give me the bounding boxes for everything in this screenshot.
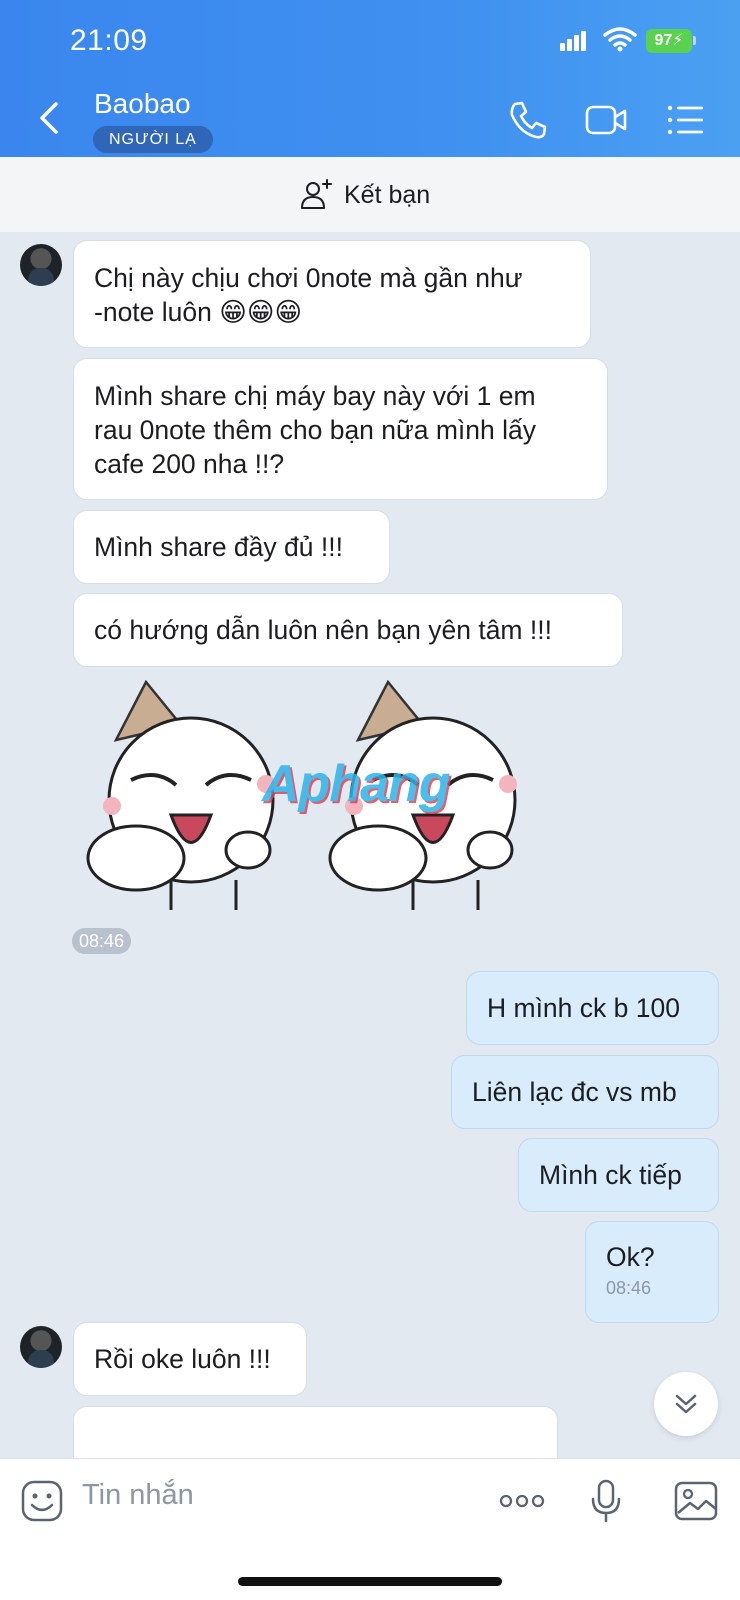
more-options-icon[interactable] — [498, 1479, 546, 1523]
message-outgoing[interactable]: Ok? 08:46 — [585, 1221, 719, 1323]
menu-icon[interactable] — [664, 98, 708, 142]
message-incoming[interactable]: Mình share đầy đủ !!! — [73, 510, 390, 584]
message-text: cafe 200 nha !!? — [94, 449, 285, 479]
message-outgoing[interactable]: Mình ck tiếp — [518, 1138, 719, 1212]
message-text: có hướng dẫn luôn nên bạn yên tâm !!! — [94, 615, 552, 645]
battery-level: 97 — [654, 32, 673, 49]
message-text: Mình share đầy đủ !!! — [94, 532, 343, 562]
message-text: Liên lạc đc vs mb — [472, 1077, 677, 1107]
message-incoming[interactable]: Rồi oke luôn !!! — [73, 1322, 307, 1396]
message-input[interactable]: Tin nhắn — [82, 1479, 194, 1512]
chat-header: 21:09 97⚡ Baobao NGƯỜI LẠ — [0, 0, 740, 157]
message-timestamp: 08:46 — [72, 928, 132, 954]
phone-call-icon[interactable] — [506, 98, 550, 142]
add-friend-bar: Kết bạn — [0, 157, 740, 233]
avatar[interactable] — [20, 244, 62, 286]
message-outgoing[interactable]: Liên lạc đc vs mb — [451, 1055, 719, 1129]
message-incoming[interactable]: Mình share chị máy bay này với 1 em rau … — [73, 358, 608, 500]
avatar[interactable] — [20, 1326, 62, 1368]
message-text: Mình ck tiếp — [539, 1160, 682, 1190]
battery-tip — [693, 36, 696, 45]
message-text: H mình ck b 100 — [487, 993, 680, 1023]
scroll-to-bottom-button[interactable] — [654, 1372, 718, 1436]
message-text: Chị này chịu chơi 0note mà gần như — [94, 263, 523, 293]
chevron-double-down-icon — [675, 1394, 697, 1414]
back-button[interactable] — [32, 98, 68, 138]
sticker-icon[interactable] — [20, 1479, 64, 1523]
message-incoming[interactable]: Chị này chịu chơi 0note mà gần như -note… — [73, 240, 591, 348]
add-friend-label: Kết bạn — [344, 180, 431, 209]
image-icon[interactable] — [674, 1479, 718, 1523]
message-text: rau 0note thêm cho bạn nữa mình lấy — [94, 415, 537, 445]
message-list[interactable]: Chị này chịu chơi 0note mà gần như -note… — [0, 234, 740, 1458]
home-indicator — [238, 1577, 502, 1586]
message-timestamp: 08:46 — [606, 1278, 652, 1298]
message-outgoing[interactable]: H mình ck b 100 — [466, 971, 719, 1045]
status-time: 21:09 — [70, 24, 148, 57]
contact-name[interactable]: Baobao — [94, 88, 191, 120]
wifi-icon — [603, 27, 637, 52]
battery-icon: 97⚡ — [646, 29, 692, 53]
message-text: Ok? — [606, 1242, 655, 1272]
message-incoming[interactable]: có hướng dẫn luôn nên bạn yên tâm !!! — [73, 593, 623, 667]
add-friend-icon — [301, 179, 332, 209]
watermark: Aphang — [262, 755, 451, 813]
stranger-badge: NGƯỜI LẠ — [93, 126, 213, 153]
message-text: Mình share chị máy bay này với 1 em — [94, 381, 536, 411]
message-text: -note luôn 😁😁😁 — [94, 297, 303, 327]
video-call-icon[interactable] — [584, 98, 628, 142]
add-friend-button[interactable]: Kết bạn — [300, 177, 430, 213]
message-text: Rồi oke luôn !!! — [94, 1344, 271, 1374]
microphone-icon[interactable] — [584, 1479, 628, 1523]
message-incoming-partial[interactable] — [73, 1406, 558, 1458]
signal-icon — [560, 31, 588, 51]
